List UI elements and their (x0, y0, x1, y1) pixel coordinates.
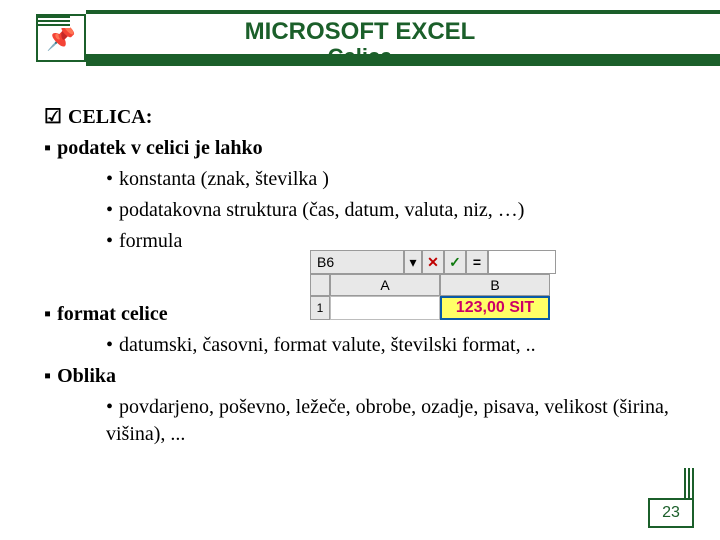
line-oblika: ▪ Oblika (44, 363, 676, 390)
checkmark-icon: ☑ (44, 106, 62, 128)
page-number-wrap: 23 (648, 498, 694, 528)
excel-snippet: B6 ▾ ✕ ✓ = A B 1 123,00 SIT (310, 250, 556, 320)
text-sub3: formula (119, 230, 182, 252)
line-podatek: ▪ podatek v celici je lahko (44, 135, 676, 162)
select-all-corner[interactable] (310, 274, 330, 296)
title-app: MICROSOFT EXCEL (0, 18, 720, 46)
col-header-b[interactable]: B (440, 274, 550, 296)
grid-row-1: 1 123,00 SIT (310, 296, 556, 320)
sub2: • podatakovna struktura (čas, datum, valu… (44, 197, 676, 224)
accept-icon[interactable]: ✓ (444, 250, 466, 274)
row-header-1[interactable]: 1 (310, 296, 330, 320)
bullet-icon: • (106, 334, 113, 356)
line-celica: ☑ CELICA: (44, 104, 676, 131)
text-sub1: konstanta (znak, številka ) (119, 168, 329, 190)
text-celica: CELICA: (68, 106, 152, 128)
sub1: • konstanta (znak, številka ) (44, 166, 676, 193)
cancel-icon[interactable]: ✕ (422, 250, 444, 274)
text-sub5: povdarjeno, poševno, ležeče, obrobe, oza… (106, 396, 669, 445)
square-icon: ▪ (44, 137, 51, 159)
text-podatek: podatek v celici je lahko (57, 137, 263, 159)
slide-logo: 📌 (36, 14, 86, 62)
chevron-down-icon[interactable]: ▾ (404, 250, 422, 274)
logo-stripes (38, 16, 70, 28)
sub4: • datumski, časovni, format valute, števi… (44, 332, 676, 359)
bullet-icon: • (106, 168, 113, 190)
cell-b1[interactable]: 123,00 SIT (440, 296, 550, 320)
square-icon: ▪ (44, 303, 51, 325)
page-stripes (684, 468, 694, 498)
bullet-icon: • (106, 396, 113, 418)
col-header-a[interactable]: A (330, 274, 440, 296)
header-rule (86, 10, 720, 14)
formula-input[interactable] (488, 250, 556, 274)
slide-header: MICROSOFT EXCEL Celica 📌 (0, 0, 720, 82)
page-number: 23 (648, 498, 694, 528)
cell-a1[interactable] (330, 296, 440, 320)
sub5: •povdarjeno, poševno, ležeče, obrobe, oz… (44, 394, 676, 448)
text-oblika: Oblika (57, 365, 116, 387)
text-sub4: datumski, časovni, format valute, števil… (119, 334, 536, 356)
bullet-icon: • (106, 199, 113, 221)
text-format: format celice (57, 303, 167, 325)
square-icon: ▪ (44, 365, 51, 387)
header-band (86, 54, 720, 66)
bullet-icon: • (106, 230, 113, 252)
column-headers: A B (310, 274, 556, 296)
text-sub2: podatakovna struktura (čas, datum, valut… (119, 199, 524, 221)
formula-bar: B6 ▾ ✕ ✓ = (310, 250, 556, 274)
equals-icon[interactable]: = (466, 250, 488, 274)
name-box[interactable]: B6 (310, 250, 404, 274)
